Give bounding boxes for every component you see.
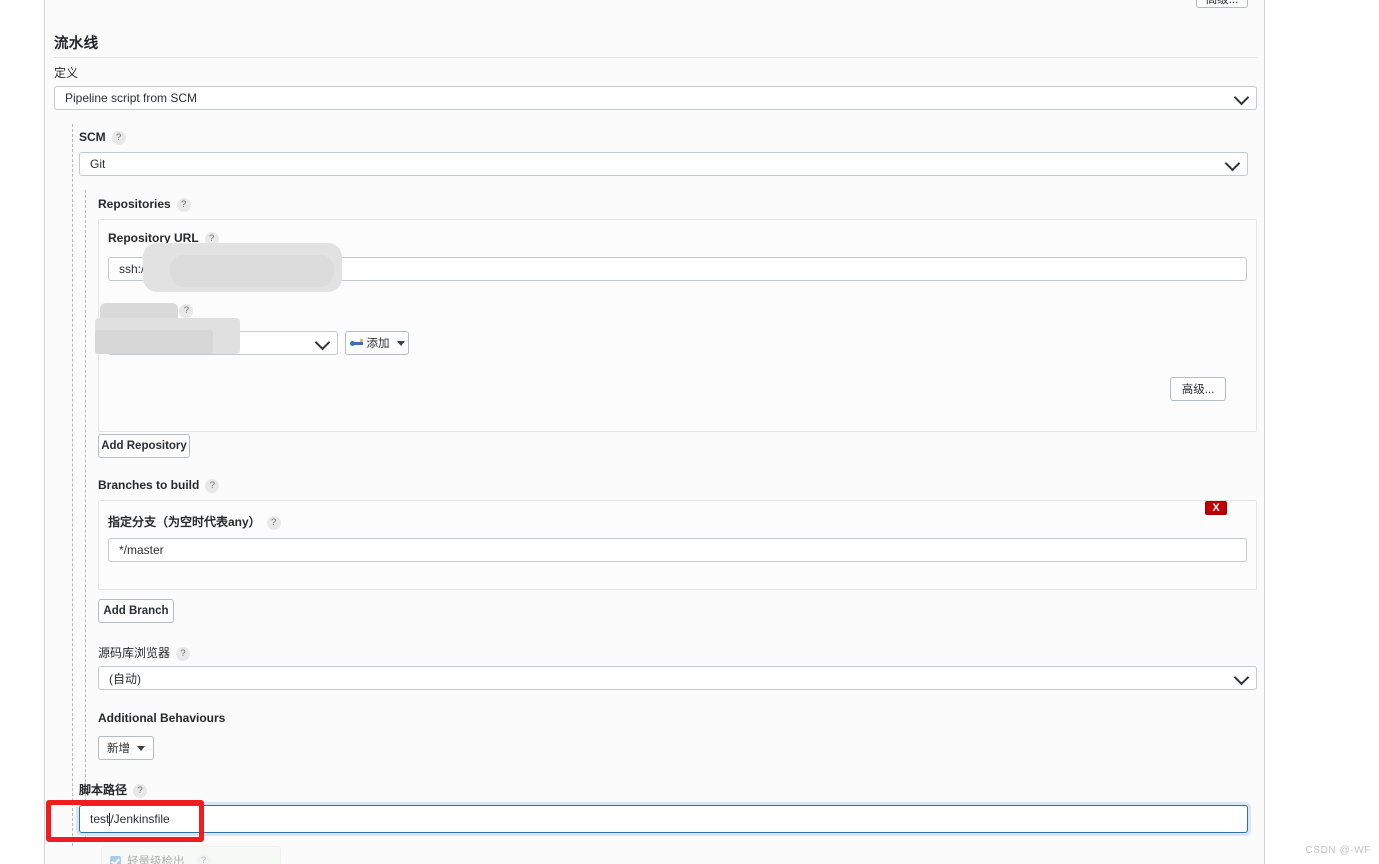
credentials-label-text: Credentials [108, 303, 174, 317]
title-divider [54, 57, 1257, 58]
repository-url-label-text: Repository URL [108, 231, 199, 245]
repository-url-label: Repository URL? [108, 231, 219, 246]
script-path-help-icon[interactable]: ? [133, 784, 148, 798]
repositories-label: Repositories? [98, 197, 191, 212]
watermark: CSDN @-WF [1305, 845, 1371, 856]
add-behaviour-label: 新增 [107, 743, 130, 755]
definition-select[interactable]: Pipeline script from SCM [54, 86, 1257, 110]
scm-guide-rail [72, 124, 73, 846]
chevron-down-icon [137, 745, 145, 751]
key-icon [349, 338, 363, 348]
chevron-down-icon [396, 340, 405, 346]
script-path-value-after-cursor: /Jenkinsfile [110, 812, 170, 826]
branch-specifier-help-icon[interactable]: ? [266, 516, 281, 530]
lightweight-checkout-label: 轻量级检出 [127, 856, 185, 864]
script-path-label-text: 脚本路径 [79, 783, 128, 797]
credentials-select[interactable] [108, 331, 338, 355]
lightweight-checkout-help-icon[interactable]: ? [196, 854, 211, 864]
chevron-down-icon [314, 334, 331, 351]
script-path-value-before-cursor: test [90, 812, 110, 826]
definition-label: 定义 [54, 66, 79, 80]
git-guide-rail [85, 190, 86, 842]
repository-advanced-label: 高级... [1181, 384, 1215, 396]
credentials-help-icon[interactable]: ? [179, 304, 194, 318]
repository-browser-select[interactable]: (自动) [98, 666, 1257, 690]
add-repository-button[interactable]: Add Repository [98, 434, 190, 458]
repository-entry-box: Repository URL? ssh://gi e-library.git C… [98, 219, 1257, 432]
lightweight-checkout-row[interactable]: 轻量级检出 ? [101, 846, 281, 864]
add-behaviour-button[interactable]: 新增 [98, 736, 154, 760]
credentials-label: Credentials? [108, 303, 194, 318]
definition-select-value: Pipeline script from SCM [65, 91, 198, 105]
branch-specifier-label-text: 指定分支（为空时代表any） [108, 515, 261, 529]
delete-branch-button[interactable]: X [1205, 501, 1227, 515]
repository-url-value: ssh://gi e-library.git [119, 262, 219, 276]
repositories-label-text: Repositories [98, 197, 171, 211]
branch-specifier-label: 指定分支（为空时代表any）? [108, 513, 281, 530]
branches-to-build-label: Branches to build? [98, 478, 220, 493]
repository-url-input[interactable]: ssh://gi e-library.git [108, 257, 1247, 281]
add-repository-label: Add Repository [101, 440, 187, 452]
repository-advanced-button[interactable]: 高级... [1170, 377, 1226, 401]
branch-specifier-value: */master [119, 543, 164, 557]
add-branch-label: Add Branch [103, 605, 169, 617]
repository-browser-help-icon[interactable]: ? [176, 647, 191, 661]
chevron-down-icon [1233, 669, 1250, 686]
scm-label-text: SCM [79, 130, 106, 144]
script-path-label: 脚本路径? [79, 781, 148, 798]
add-credentials-label: 添加 [366, 338, 390, 350]
branches-help-icon[interactable]: ? [205, 479, 220, 493]
chevron-down-icon [1233, 89, 1250, 106]
repositories-help-icon[interactable]: ? [176, 198, 191, 212]
delete-branch-label: X [1212, 502, 1220, 514]
scm-select-value: Git [90, 157, 106, 171]
branch-specifier-input[interactable]: */master [108, 538, 1247, 562]
scm-help-icon[interactable]: ? [111, 131, 126, 145]
additional-behaviours-label: Additional Behaviours [98, 711, 226, 725]
pipeline-section: 流水线 定义 Pipeline script from SCM SCM? Git [54, 0, 1257, 864]
add-branch-button[interactable]: Add Branch [98, 599, 174, 623]
branch-entry-box: 指定分支（为空时代表any）? */master [98, 500, 1257, 590]
add-credentials-button[interactable]: 添加 [345, 331, 409, 355]
lightweight-checkout-checkbox[interactable] [110, 855, 121, 864]
repository-url-help-icon[interactable]: ? [204, 232, 219, 246]
chevron-down-icon [1224, 155, 1241, 172]
branches-to-build-label-text: Branches to build [98, 478, 200, 492]
scm-select[interactable]: Git [79, 152, 1248, 176]
scm-label: SCM? [79, 130, 126, 145]
pipeline-config-panel: 高级... 流水线 定义 Pipeline script from SCM SC… [44, 0, 1265, 864]
repository-browser-value: (自动) [109, 671, 141, 686]
script-path-input[interactable]: test/Jenkinsfile [79, 805, 1248, 833]
screenshot-root: 高级... 流水线 定义 Pipeline script from SCM SC… [0, 0, 1379, 864]
repository-browser-label-text: 源码库浏览器 [98, 646, 171, 660]
repository-browser-label: 源码库浏览器? [98, 644, 191, 661]
page-title: 流水线 [54, 36, 99, 52]
